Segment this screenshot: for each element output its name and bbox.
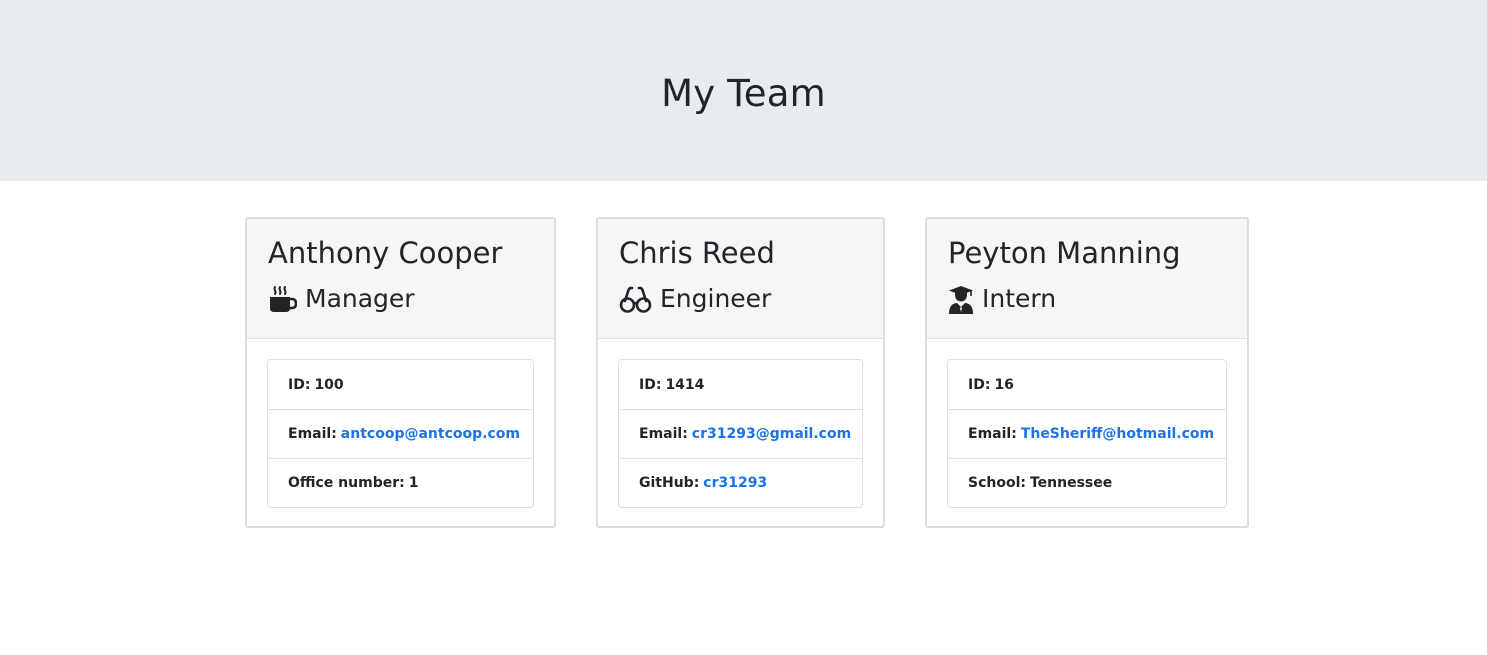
employee-name: Peyton Manning [948,236,1181,270]
id-value: 16 [994,376,1014,393]
employee-role: Engineer [619,281,883,317]
office-number-row: Office number: 1 [268,458,533,507]
office-number-value: 1 [408,475,419,491]
github-label: GitHub: [639,475,700,491]
email-link[interactable]: TheSheriff@hotmail.com [1021,426,1214,442]
github-row: GitHub: cr31293 [619,458,862,507]
id-value: 100 [314,376,344,393]
id-value: 1414 [665,376,705,393]
email-row: Email: TheSheriff@hotmail.com [948,409,1226,458]
school-value: Tennessee [1029,475,1113,491]
card-header: Peyton Manning Intern [927,219,1247,339]
github-link[interactable]: cr31293 [703,475,767,491]
page-title: My Team [661,72,826,115]
email-row: Email: cr31293@gmail.com [619,409,862,458]
employee-role: Manager [268,281,554,317]
email-label: Email: [288,426,337,442]
mug-hot-icon [268,285,297,314]
office-number-label: Office number: [288,475,405,491]
id-row: ID: 16 [948,360,1226,409]
role-label: Engineer [660,284,772,313]
info-list: ID: 16 Email: TheSheriff@hotmail.com Sch… [947,359,1227,508]
id-label: ID: [288,376,311,393]
email-link[interactable]: cr31293@gmail.com [692,426,851,442]
employee-name: Chris Reed [619,236,775,270]
email-label: Email: [968,426,1017,442]
email-link[interactable]: antcoop@antcoop.com [341,426,520,442]
card-body: ID: 1414 Email: cr31293@gmail.com GitHub… [598,339,883,508]
card-body: ID: 16 Email: TheSheriff@hotmail.com Sch… [927,339,1247,508]
glasses-icon [619,285,652,314]
id-row: ID: 1414 [619,360,862,409]
role-label: Intern [982,284,1057,313]
school-label: School: [968,475,1026,491]
employee-card-engineer: Chris Reed Engineer ID: 1414 Email: cr31… [596,217,885,528]
id-label: ID: [639,376,662,393]
page-header: My Team [0,0,1487,181]
employee-name: Anthony Cooper [268,236,503,270]
card-header: Anthony Cooper Manager [247,219,554,339]
email-row: Email: antcoop@antcoop.com [268,409,533,458]
info-list: ID: 1414 Email: cr31293@gmail.com GitHub… [618,359,863,508]
card-body: ID: 100 Email: antcoop@antcoop.com Offic… [247,339,554,508]
employee-role: Intern [948,281,1247,317]
user-graduate-icon [948,285,974,314]
id-label: ID: [968,376,991,393]
info-list: ID: 100 Email: antcoop@antcoop.com Offic… [267,359,534,508]
card-header: Chris Reed Engineer [598,219,883,339]
employee-card-manager: Anthony Cooper Manager ID: 100 Email: an… [245,217,556,528]
school-row: School: Tennessee [948,458,1226,507]
id-row: ID: 100 [268,360,533,409]
role-label: Manager [305,284,415,313]
email-label: Email: [639,426,688,442]
employee-card-intern: Peyton Manning Intern ID: 16 Email: TheS… [925,217,1249,528]
